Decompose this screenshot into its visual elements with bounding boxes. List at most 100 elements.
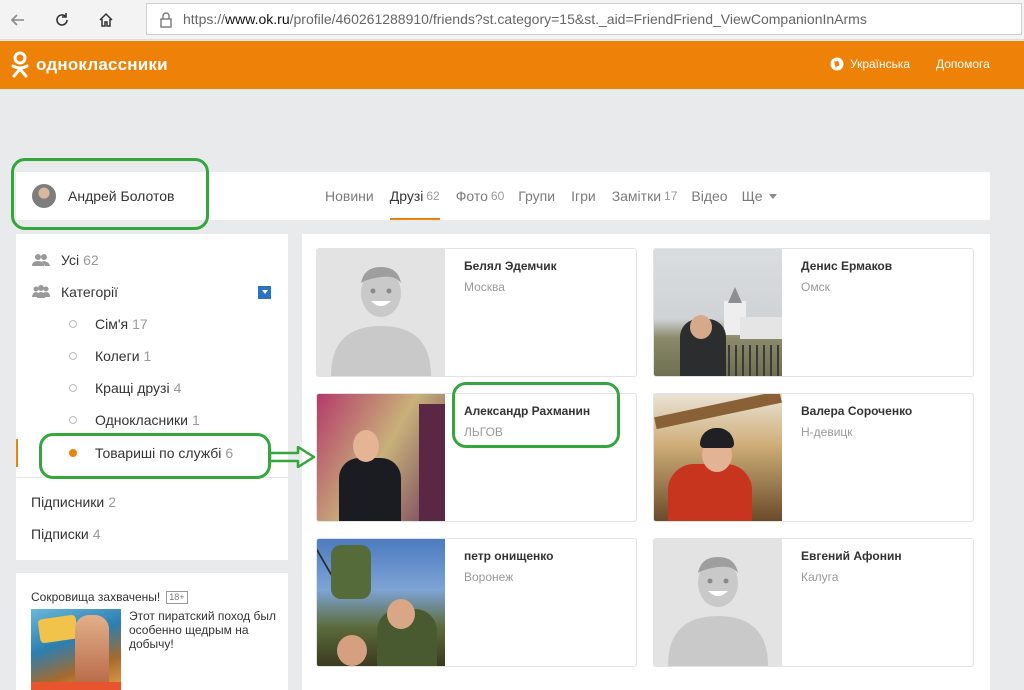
default-person-icon: [317, 249, 445, 376]
sidebar-item-count: 4: [92, 526, 101, 542]
tab-label: Друзі: [389, 188, 424, 204]
url-domain: www.ok.ru: [225, 11, 290, 27]
ad-text: Этот пиратский поход был особенно щедрым…: [129, 609, 277, 651]
photo-face: [690, 315, 712, 339]
tab-label: Новини: [325, 188, 374, 204]
photo-fence: [728, 345, 782, 376]
sidebar-item-count: 1: [143, 348, 152, 364]
sidebar-item-colleagues[interactable]: Колеги 1: [16, 342, 288, 370]
photo-face-2: [337, 635, 367, 666]
photo-church-spire: [728, 287, 742, 303]
lock-icon: [160, 12, 172, 28]
friend-card[interactable]: Евгений Афонин Калуга: [653, 538, 974, 667]
tab-label: Фото: [455, 188, 488, 204]
friend-name[interactable]: петр онищенко: [464, 549, 553, 563]
friend-name[interactable]: Валера Сороченко: [801, 404, 912, 418]
ad-title: Сокровища захвачены! 18+: [31, 590, 188, 604]
sidebar-item-count: 62: [83, 252, 99, 268]
globe-icon: [830, 57, 844, 71]
default-person-icon: [654, 539, 782, 666]
friend-card[interactable]: петр онищенко Воронеж: [316, 538, 637, 667]
tab-label: Ігри: [571, 188, 596, 204]
browser-toolbar: https://www.ok.ru/profile/460261288910/f…: [0, 0, 1024, 40]
collapse-toggle-icon[interactable]: [258, 285, 271, 299]
tab-video[interactable]: Відео: [691, 172, 735, 220]
chevron-down-icon: [768, 193, 777, 199]
sidebar-item-label: Підписники 2: [31, 494, 117, 510]
default-avatar-photo[interactable]: [654, 539, 782, 666]
url-path: /profile/460261288910/friends?st.categor…: [289, 11, 867, 27]
sidebar-item-family[interactable]: Сім'я 17: [16, 310, 288, 338]
age-badge: 18+: [166, 590, 188, 604]
friend-card[interactable]: Денис Ермаков Омск: [653, 248, 974, 377]
ok-logo[interactable]: одноклассники: [10, 51, 168, 79]
sidebar-item-label: Підписки 4: [31, 526, 101, 542]
friends-sidebar: Усі 62 Категорії Сім'я 17 Колеги 1 Кращі др…: [16, 234, 288, 560]
bullet-icon: [69, 416, 77, 424]
photo-wall: [740, 317, 782, 339]
annotation-friend-highlight: [452, 382, 620, 448]
tab-photos[interactable]: Фото 60: [456, 172, 513, 220]
friend-photo[interactable]: [654, 249, 782, 376]
sidebar-item-classmates[interactable]: Однокласники 1: [16, 406, 288, 434]
ad-block[interactable]: Сокровища захвачены! 18+ Этот пиратский п…: [16, 573, 288, 690]
sidebar-item-label: Категорії: [61, 284, 119, 300]
photo-face: [353, 430, 379, 462]
language-switch[interactable]: Українська: [830, 57, 910, 71]
tab-groups[interactable]: Групи: [518, 172, 563, 220]
help-link[interactable]: Допомога: [936, 57, 990, 71]
sidebar-item-subscriptions[interactable]: Підписки 4: [16, 520, 288, 548]
ad-image-figure: [75, 615, 109, 685]
sidebar-item-subscribers[interactable]: Підписники 2: [16, 488, 288, 516]
back-arrow-icon[interactable]: [6, 8, 30, 32]
tab-label: Замітки: [611, 188, 662, 204]
default-avatar-photo[interactable]: [317, 249, 445, 376]
tab-friends[interactable]: Друзі 62: [389, 172, 448, 220]
sidebar-item-categories[interactable]: Категорії: [16, 278, 288, 306]
tab-count: 62: [426, 189, 440, 203]
sidebar-item-best-friends[interactable]: Кращі друзі 4: [16, 374, 288, 402]
ad-image[interactable]: [31, 609, 121, 690]
friend-photo[interactable]: [654, 394, 782, 521]
friend-card[interactable]: Белял Эдемчик Москва: [316, 248, 637, 377]
friend-city: Москва: [464, 280, 505, 294]
friends-grid: Белял Эдемчик Москва Денис Ермаков Омск …: [302, 234, 990, 690]
reload-icon[interactable]: [50, 8, 74, 32]
ok-logo-icon: [11, 51, 29, 78]
tab-news[interactable]: Новини: [325, 172, 382, 220]
group-icon: [32, 285, 50, 298]
address-bar[interactable]: https://www.ok.ru/profile/460261288910/f…: [146, 3, 1022, 35]
photo-hat: [700, 428, 734, 448]
photo-person-back: [331, 545, 371, 599]
ad-image-treasure: [37, 614, 79, 644]
bullet-icon: [69, 384, 77, 392]
url-prefix: https://: [183, 11, 226, 27]
sidebar-item-count: 2: [108, 494, 117, 510]
photo-face: [387, 599, 415, 629]
photo-person: [668, 464, 752, 521]
ad-image-banner: [31, 682, 121, 690]
tab-label: Відео: [691, 188, 728, 204]
photo-person: [339, 458, 401, 521]
friend-city: Калуга: [801, 570, 839, 584]
logo-text: одноклассники: [36, 55, 168, 74]
tab-notes[interactable]: Замітки 17: [612, 172, 686, 220]
tab-count: 60: [490, 189, 505, 203]
friend-name[interactable]: Евгений Афонин: [801, 549, 902, 563]
friend-photo[interactable]: [317, 394, 445, 521]
friend-name[interactable]: Белял Эдемчик: [464, 259, 557, 273]
home-icon[interactable]: [94, 8, 118, 32]
annotation-arrow-icon: [268, 446, 316, 468]
language-label: Українська: [850, 57, 911, 71]
sidebar-item-count: 17: [132, 316, 148, 332]
sidebar-item-count: 1: [192, 412, 200, 428]
annotation-profile-highlight: [11, 158, 209, 230]
sidebar-item-all[interactable]: Усі 62: [16, 246, 288, 274]
friend-name[interactable]: Денис Ермаков: [801, 259, 892, 273]
tab-more[interactable]: Ще: [742, 172, 785, 220]
tab-label: Групи: [518, 188, 556, 204]
friend-city: Омск: [801, 280, 830, 294]
friend-card[interactable]: Валера Сороченко Н-девицк: [653, 393, 974, 522]
tab-games[interactable]: Ігри: [571, 172, 604, 220]
friend-photo[interactable]: [317, 539, 445, 666]
